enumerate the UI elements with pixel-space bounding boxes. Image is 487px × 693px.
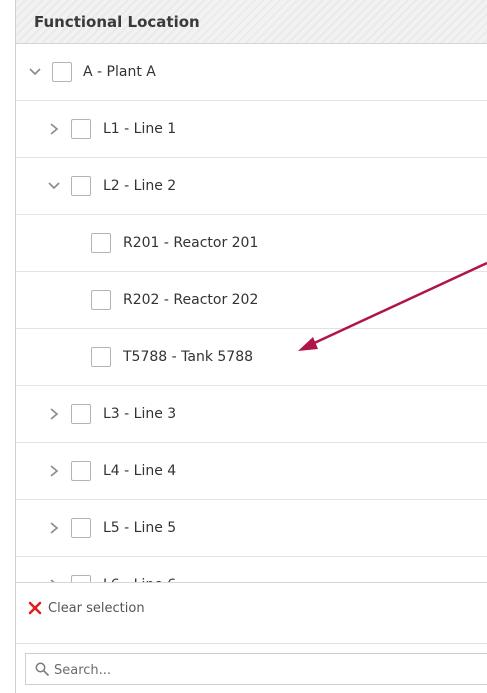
tree-row-reactor-202[interactable]: R202 - Reactor 202: [16, 272, 487, 329]
panel-title: Functional Location: [16, 0, 487, 44]
tree-row-reactor-201[interactable]: R201 - Reactor 201: [16, 215, 487, 272]
search-input[interactable]: [52, 658, 476, 682]
tree-row-plant-a[interactable]: A - Plant A: [16, 44, 487, 101]
tree-row-line-3[interactable]: L3 - Line 3: [16, 386, 487, 443]
chevron-right-icon[interactable]: [47, 121, 61, 137]
checkbox[interactable]: [71, 119, 91, 139]
checkbox[interactable]: [71, 575, 91, 582]
chevron-right-icon[interactable]: [47, 520, 61, 536]
chevron-down-icon[interactable]: [28, 64, 42, 80]
tree-node-label: R201 - Reactor 201: [123, 235, 259, 251]
tree-row-line-4[interactable]: L4 - Line 4: [16, 443, 487, 500]
clear-selection-label: Clear selection: [48, 601, 145, 616]
clear-selection-button[interactable]: Clear selection: [28, 601, 145, 616]
tree-node-label: L4 - Line 4: [103, 463, 177, 479]
checkbox[interactable]: [91, 233, 111, 253]
tree-node-label: L2 - Line 2: [103, 178, 177, 194]
tree-node-label: L5 - Line 5: [103, 520, 177, 536]
chevron-right-icon[interactable]: [47, 463, 61, 479]
checkbox[interactable]: [71, 176, 91, 196]
tree-row-line-2[interactable]: L2 - Line 2: [16, 158, 487, 215]
tree-node-label: R202 - Reactor 202: [123, 292, 259, 308]
tree-row-line-1[interactable]: L1 - Line 1: [16, 101, 487, 158]
tree-node-label: T5788 - Tank 5788: [123, 349, 254, 365]
checkbox[interactable]: [52, 62, 72, 82]
x-icon: [28, 601, 42, 615]
checkbox[interactable]: [91, 347, 111, 367]
tree-row-line-6[interactable]: L6 - Line 6: [16, 557, 487, 582]
search-box[interactable]: [25, 653, 487, 685]
checkbox[interactable]: [71, 404, 91, 424]
checkbox[interactable]: [71, 518, 91, 538]
location-tree: A - Plant A L1 - Line 1 L2 - Line 2 R201…: [16, 44, 487, 582]
tree-node-label: L1 - Line 1: [103, 121, 177, 137]
checkbox[interactable]: [71, 461, 91, 481]
search-icon: [35, 662, 49, 676]
selection-footer: Clear selection: [16, 582, 487, 644]
tree-row-tank-5788[interactable]: T5788 - Tank 5788: [16, 329, 487, 386]
tree-node-label: L6 - Line 6: [103, 574, 176, 582]
functional-location-panel: Functional Location A - Plant A L1 - Lin…: [15, 0, 487, 693]
checkbox[interactable]: [91, 290, 111, 310]
tree-row-line-5[interactable]: L5 - Line 5: [16, 500, 487, 557]
chevron-down-icon[interactable]: [47, 178, 61, 194]
tree-node-label: L3 - Line 3: [103, 406, 177, 422]
tree-node-label: A - Plant A: [83, 64, 156, 80]
chevron-right-icon[interactable]: [47, 406, 61, 422]
